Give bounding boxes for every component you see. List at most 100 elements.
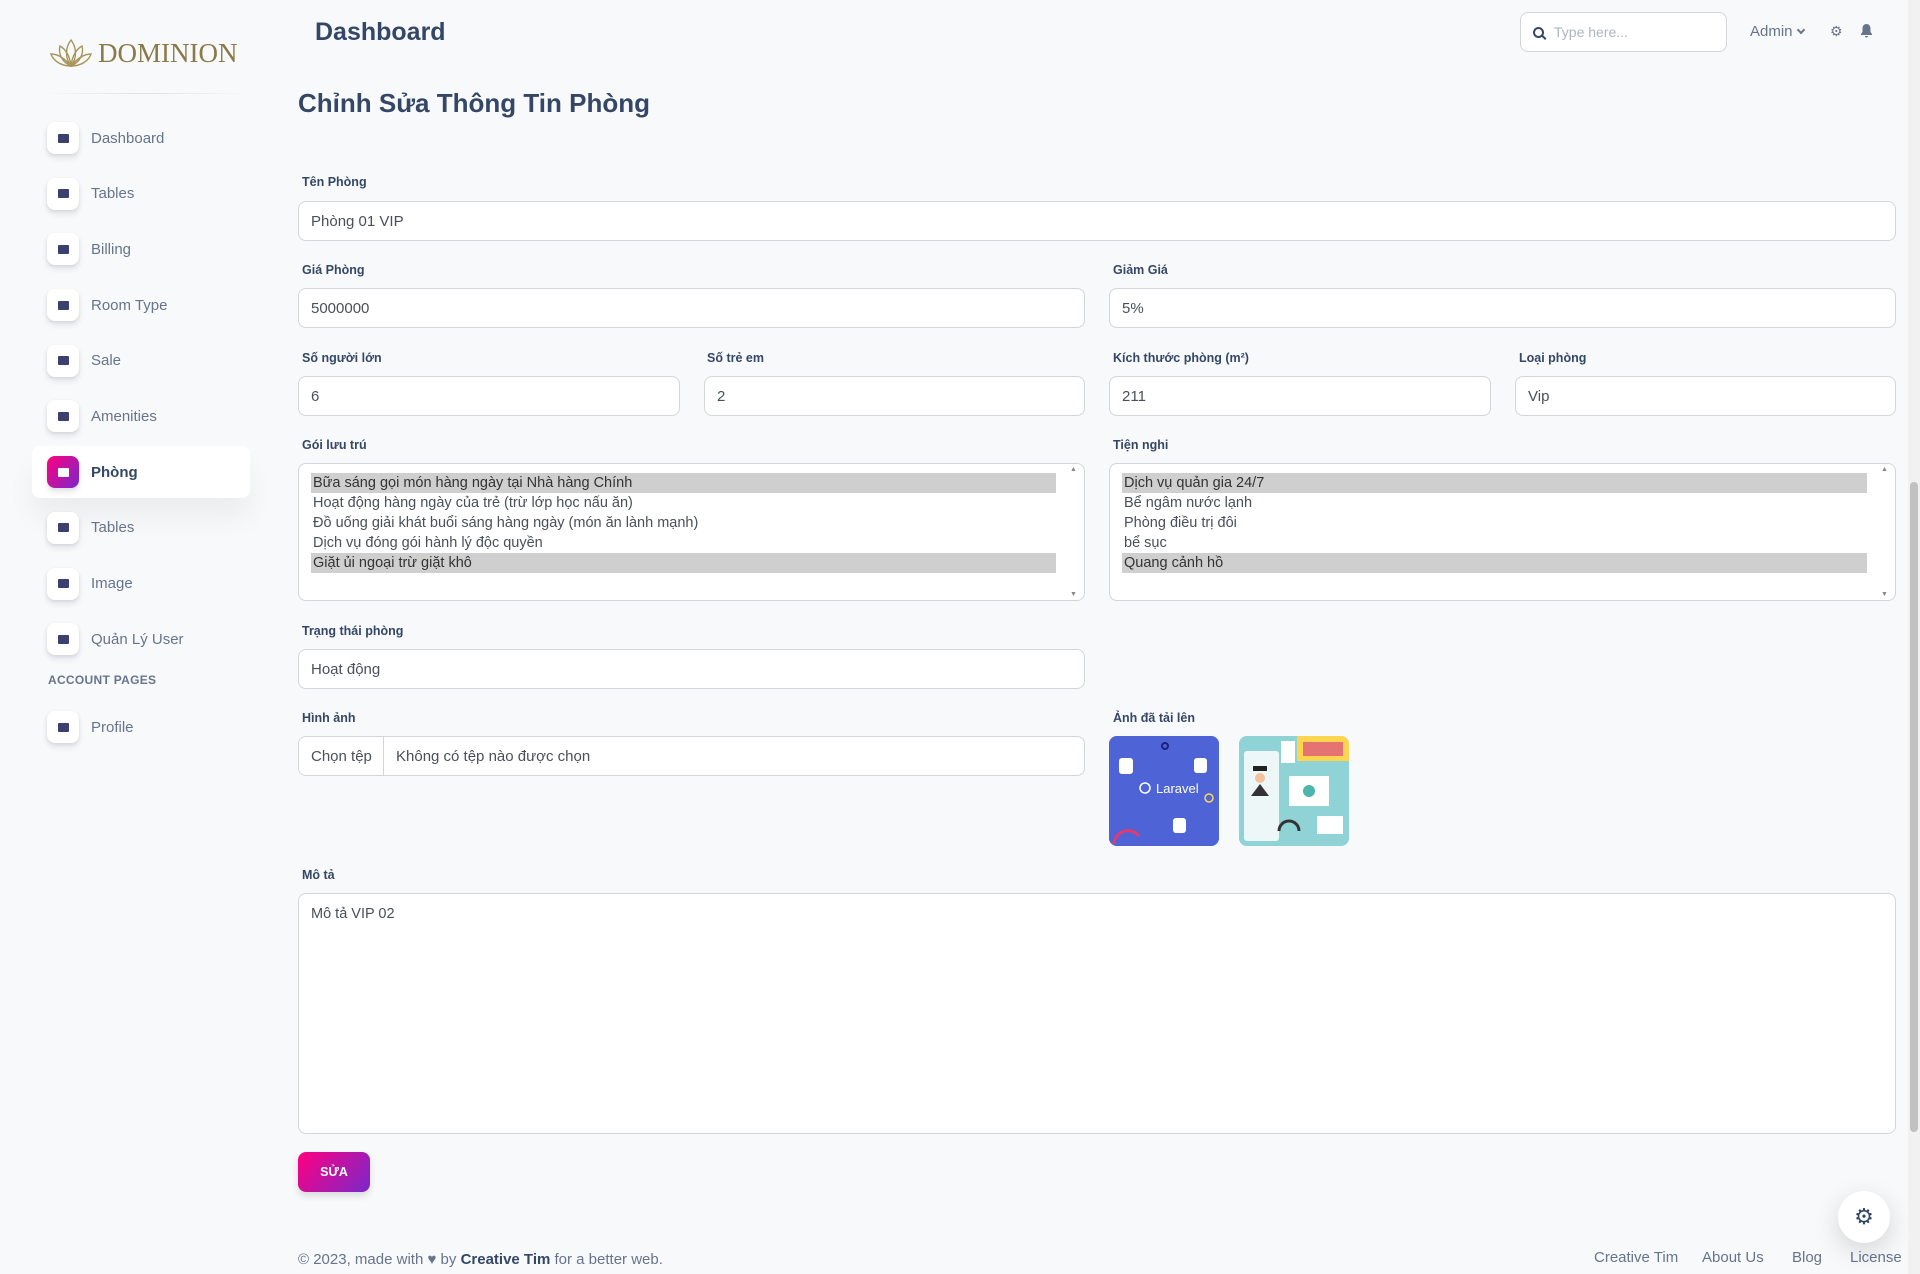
list-item[interactable]: bể sục xyxy=(1122,533,1867,553)
description-textarea[interactable]: Mô tả VIP 02 xyxy=(298,893,1896,1134)
app-icon xyxy=(47,289,79,322)
price-field[interactable]: 5000000 xyxy=(298,288,1085,328)
heart-icon: ♥ xyxy=(427,1251,437,1268)
status-value: Hoạt động xyxy=(311,660,381,678)
sidebar-item-sale[interactable]: Sale xyxy=(32,335,250,387)
sidebar-section-title: ACCOUNT PAGES xyxy=(48,673,157,688)
sidebar-divider xyxy=(40,93,250,94)
description-value: Mô tả VIP 02 xyxy=(311,906,395,922)
sidebar-item-user-management[interactable]: Quản Lý User xyxy=(32,613,250,665)
search-icon xyxy=(1533,26,1544,38)
office-icon xyxy=(47,177,79,210)
description-label: Mô tả xyxy=(302,868,335,882)
list-item[interactable]: Phòng điều trị đôi xyxy=(1122,513,1867,533)
list-item[interactable]: Bể ngâm nước lạnh xyxy=(1122,493,1867,513)
status-field[interactable]: Hoạt động xyxy=(298,649,1085,689)
room-name-value: Phòng 01 VIP xyxy=(311,212,404,230)
amenities-listbox[interactable]: Dịch vụ quản gia 24/7 Bể ngâm nước lạnh … xyxy=(1109,463,1896,601)
sidebar: DOMINION Dashboard Tables Billing Room T… xyxy=(0,0,270,1274)
footer-link-creative-tim[interactable]: Creative Tim xyxy=(1594,1249,1678,1266)
user-name: Admin xyxy=(1750,23,1793,40)
author-link[interactable]: Creative Tim xyxy=(461,1251,551,1268)
adults-value: 6 xyxy=(311,387,320,405)
discount-field[interactable]: 5% xyxy=(1109,288,1896,328)
status-label: Trạng thái phòng xyxy=(302,624,404,638)
footer-link-about-us[interactable]: About Us xyxy=(1702,1249,1764,1266)
room-size-field[interactable]: 211 xyxy=(1109,376,1491,416)
search-box[interactable] xyxy=(1520,12,1727,52)
list-item[interactable]: Quang cảnh hồ xyxy=(1122,553,1867,573)
configurator-button[interactable]: ⚙ xyxy=(1838,1191,1890,1243)
children-label: Số trẻ em xyxy=(707,351,764,365)
sidebar-item-label: Sale xyxy=(91,352,122,370)
sidebar-item-label: Profile xyxy=(91,718,134,736)
page-title: Dashboard xyxy=(315,18,446,46)
sidebar-item-tables-2[interactable]: Tables xyxy=(32,502,250,554)
page-scrollbar[interactable] xyxy=(1908,0,1920,1274)
copyright-text: © 2023, made with xyxy=(298,1251,424,1268)
uploaded-image-thumbnail[interactable]: Laravel xyxy=(1109,736,1219,846)
shop-icon xyxy=(47,456,79,489)
adults-label: Số người lớn xyxy=(302,351,382,365)
list-item[interactable]: Dịch vụ quản gia 24/7 xyxy=(1122,473,1867,493)
sidebar-item-billing[interactable]: Billing xyxy=(32,223,250,275)
children-value: 2 xyxy=(717,387,726,405)
gear-icon[interactable]: ⚙ xyxy=(1830,24,1844,38)
list-item[interactable]: Bữa sáng gọi món hàng ngày tại Nhà hàng … xyxy=(311,473,1056,493)
gear-icon: ⚙ xyxy=(1854,1204,1874,1229)
submit-button[interactable]: SỬA xyxy=(298,1152,370,1192)
discount-value: 5% xyxy=(1122,299,1144,317)
room-type-field[interactable]: Vip xyxy=(1515,376,1896,416)
scrollbar-thumb[interactable] xyxy=(1910,482,1918,1132)
suffix-text: for a better web. xyxy=(554,1251,663,1268)
image-file-input[interactable]: Chọn tệp Không có tệp nào được chọn xyxy=(298,736,1085,776)
image-label: Hình ảnh xyxy=(302,711,356,725)
packages-listbox[interactable]: Bữa sáng gọi món hàng ngày tại Nhà hàng … xyxy=(298,463,1085,601)
sidebar-item-profile[interactable]: Profile xyxy=(32,701,250,753)
room-size-value: 211 xyxy=(1122,387,1146,405)
chevron-down-icon xyxy=(1796,25,1805,34)
sidebar-item-label: Quản Lý User xyxy=(91,630,184,648)
app-icon xyxy=(47,400,79,433)
room-type-label: Loại phòng xyxy=(1519,351,1587,365)
list-item[interactable]: Dịch vụ đóng gói hành lý độc quyền xyxy=(311,533,1056,553)
room-size-label: Kích thước phòng (m²) xyxy=(1113,351,1249,365)
sidebar-item-dashboard[interactable]: Dashboard xyxy=(32,112,250,164)
listbox-scrollbar[interactable]: ▲ ▼ xyxy=(1881,466,1891,598)
search-input[interactable] xyxy=(1554,24,1714,40)
app-icon xyxy=(47,344,79,377)
shop-icon xyxy=(47,122,79,154)
sidebar-item-label: Tables xyxy=(91,519,135,537)
list-item[interactable]: Đồ uống giải khát buổi sáng hàng ngày (m… xyxy=(311,513,1056,533)
sidebar-item-label: Image xyxy=(91,575,133,592)
packages-label: Gói lưu trú xyxy=(302,438,367,452)
form-heading: Chỉnh Sửa Thông Tin Phòng xyxy=(298,88,650,118)
user-menu[interactable]: Admin xyxy=(1750,23,1805,40)
brand-logo[interactable]: DOMINION xyxy=(48,36,237,70)
sidebar-item-tables[interactable]: Tables xyxy=(32,168,250,220)
choose-file-button[interactable]: Chọn tệp xyxy=(299,737,384,775)
children-field[interactable]: 2 xyxy=(704,376,1085,416)
uploaded-image-thumbnail[interactable] xyxy=(1239,736,1349,846)
bell-icon[interactable] xyxy=(1860,24,1874,38)
uploaded-images-label: Ảnh đã tải lên xyxy=(1113,711,1195,725)
sidebar-item-label: Room Type xyxy=(91,296,168,314)
adults-field[interactable]: 6 xyxy=(298,376,680,416)
lotus-icon xyxy=(50,38,92,68)
sidebar-item-phong[interactable]: Phòng xyxy=(32,446,250,499)
footer-copyright: © 2023, made with ♥ by Creative Tim for … xyxy=(298,1251,663,1268)
footer-link-blog[interactable]: Blog xyxy=(1792,1249,1822,1266)
sidebar-item-room-type[interactable]: Room Type xyxy=(32,279,250,331)
sidebar-item-amenities[interactable]: Amenities xyxy=(32,390,250,442)
room-type-value: Vip xyxy=(1528,387,1550,405)
sidebar-item-label: Tables xyxy=(91,185,135,203)
sidebar-item-label: Amenities xyxy=(91,407,157,425)
room-name-field[interactable]: Phòng 01 VIP xyxy=(298,201,1896,241)
price-label: Giá Phòng xyxy=(302,263,365,277)
price-value: 5000000 xyxy=(311,299,370,317)
sidebar-item-image[interactable]: Image xyxy=(32,558,250,610)
list-item[interactable]: Hoạt động hàng ngày của trẻ (trừ lớp học… xyxy=(311,493,1056,513)
list-item[interactable]: Giặt ủi ngoại trừ giặt khô xyxy=(311,553,1056,573)
footer-link-license[interactable]: License xyxy=(1850,1249,1902,1266)
listbox-scrollbar[interactable]: ▲ ▼ xyxy=(1070,466,1080,598)
